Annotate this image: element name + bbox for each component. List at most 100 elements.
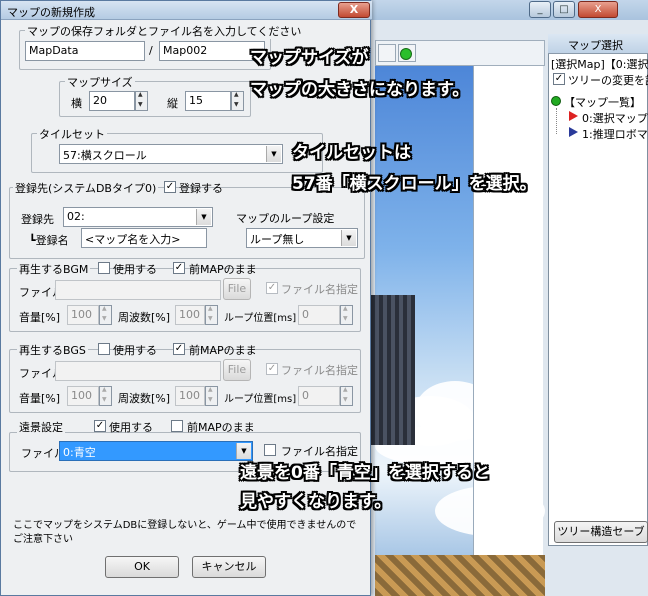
path-separator: / — [149, 44, 153, 57]
width-input[interactable]: 20 — [89, 91, 135, 111]
chevron-down-icon: ▼ — [196, 209, 211, 225]
width-spinner[interactable] — [135, 91, 148, 111]
bgs-prev-label: 前MAPのまま — [189, 344, 257, 357]
bgs-loop-pos-label: ループ位置[ms] — [224, 394, 297, 405]
loop-select[interactable]: ループ無し ▼ — [246, 228, 358, 248]
bgm-use-label: 使用する — [113, 263, 157, 276]
far-file-value: 0:青空 — [63, 446, 96, 459]
tileset-select[interactable]: 57:横スクロール ▼ — [59, 144, 283, 164]
tileset-value: 57:横スクロール — [63, 149, 147, 162]
bgs-volume-input[interactable]: 100 — [67, 386, 99, 406]
bgm-volume-label: 音量[%] — [19, 311, 61, 324]
register-name-label: ┗登録名 — [29, 234, 69, 247]
annotation-far-view-2: 見やすくなります。 — [240, 492, 392, 512]
bgs-filename-spec-label: ファイル名指定 — [281, 364, 358, 377]
bgs-file-input[interactable] — [55, 361, 221, 381]
bgm-prev-checkbox[interactable]: ✓ — [173, 262, 185, 274]
editor-close-button[interactable]: X — [578, 1, 618, 18]
bgs-file-button[interactable]: File — [223, 359, 251, 381]
register-name-input[interactable]: <マップ名を入力> — [81, 228, 207, 248]
ok-button[interactable]: OK — [105, 556, 179, 578]
annotation-map-size-2: マップの大きさになります。 — [250, 80, 470, 100]
tree-root-label[interactable]: 【マップ一覧】 — [564, 94, 648, 110]
tree-change-label: ツリーの変更を記 — [568, 74, 648, 87]
annotation-far-view-1: 遠景を0番「青空」を選択すると — [240, 463, 490, 483]
bgs-volume-spinner[interactable] — [99, 386, 112, 406]
bgm-filename-spec-checkbox[interactable]: ✓ — [266, 282, 278, 294]
bgm-freq-spinner[interactable] — [205, 305, 218, 325]
tileset-label: タイルセット — [37, 126, 107, 142]
far-file-select[interactable]: 0:青空 ▼ — [59, 441, 253, 461]
annotation-tileset-1: タイルセットは — [292, 143, 411, 163]
loop-label: マップのループ設定 — [236, 212, 335, 225]
map-size-label: マップサイズ — [65, 74, 135, 90]
bgm-file-button[interactable]: File — [223, 278, 251, 300]
bgs-prev-checkbox[interactable]: ✓ — [173, 343, 185, 355]
height-input[interactable]: 15 — [185, 91, 231, 111]
width-label: 横 — [71, 97, 82, 110]
bgm-use-checkbox[interactable] — [98, 262, 110, 274]
far-filename-spec-checkbox[interactable] — [264, 444, 276, 456]
chevron-down-icon: ▼ — [236, 443, 251, 459]
bgm-group-label: 再生するBGM — [17, 261, 91, 277]
tree-change-checkbox[interactable]: ✓ — [553, 73, 565, 85]
save-folder-label: マップの保存フォルダとファイル名を入力してください — [25, 23, 304, 39]
bgs-freq-input[interactable]: 100 — [175, 386, 205, 406]
tree-save-button[interactable]: ツリー構造セーブ — [554, 521, 648, 543]
far-prev-label: 前MAPのまま — [187, 421, 255, 434]
map-select-title: マップ選択 — [548, 34, 648, 54]
bgm-freq-input[interactable]: 100 — [175, 305, 205, 325]
bgm-freq-label: 周波数[%] — [118, 311, 171, 324]
bgm-loop-pos-label: ループ位置[ms] — [224, 313, 297, 324]
map-item-red-icon — [569, 111, 578, 121]
dialog-close-button[interactable]: X — [338, 2, 370, 18]
bgm-volume-spinner[interactable] — [99, 305, 112, 325]
bgs-loop-pos-input[interactable]: 0 — [298, 386, 340, 406]
note-line-1: ここでマップをシステムDBに登録しないと、ゲーム中で使用できませんので — [13, 520, 357, 531]
tile-ground-strip — [375, 555, 545, 596]
map-select-header: [選択Map]【0:選択マ — [551, 58, 648, 71]
cancel-button[interactable]: キャンセル — [192, 556, 266, 578]
bgm-volume-input[interactable]: 100 — [67, 305, 99, 325]
bgs-use-checkbox[interactable] — [98, 343, 110, 355]
loop-value: ループ無し — [250, 233, 305, 246]
register-group-label: 登録先(システムDBタイプ0) — [13, 180, 159, 196]
bgm-loop-pos-spinner[interactable] — [340, 305, 353, 325]
register-check-label: 登録する — [179, 182, 223, 195]
map-preview-blank-column — [473, 66, 543, 586]
register-checkbox[interactable]: ✓ — [164, 181, 176, 193]
dialog-title-bar: マップの新規作成 — [1, 1, 372, 20]
far-prev-checkbox[interactable] — [171, 420, 183, 432]
bgs-group-label: 再生するBGS — [17, 342, 88, 358]
bgm-file-input[interactable] — [55, 280, 221, 300]
note-line-2: ご注意下さい — [13, 534, 73, 545]
register-target-select[interactable]: 02: ▼ — [63, 207, 213, 227]
tile-object-tower — [370, 295, 415, 445]
bgs-use-label: 使用する — [113, 344, 157, 357]
far-use-checkbox[interactable]: ✓ — [94, 420, 106, 432]
bgs-freq-label: 周波数[%] — [118, 392, 171, 405]
bgm-prev-label: 前MAPのまま — [189, 263, 257, 276]
toolbar-button[interactable] — [378, 44, 396, 62]
height-label: 縦 — [167, 97, 178, 110]
register-target-label: 登録先 — [21, 213, 54, 226]
folder-input[interactable]: MapData — [25, 41, 145, 61]
far-filename-spec-label: ファイル名指定 — [281, 445, 358, 458]
annotation-map-size-1: マップサイズが — [250, 48, 369, 68]
bgs-filename-spec-checkbox[interactable]: ✓ — [266, 363, 278, 375]
dialog-title: マップの新規作成 — [7, 6, 95, 19]
tree-item-1[interactable]: 1:推理ロボマ — [582, 126, 648, 142]
bgm-loop-pos-input[interactable]: 0 — [298, 305, 340, 325]
minimize-button[interactable]: _ — [529, 1, 551, 18]
bgm-filename-spec-label: ファイル名指定 — [281, 283, 358, 296]
tree-item-0[interactable]: 0:選択マップ — [582, 110, 648, 126]
map-item-navy-icon — [569, 127, 578, 137]
editor-toolbar — [375, 40, 545, 66]
bgs-freq-spinner[interactable] — [205, 386, 218, 406]
annotation-tileset-2: 57番「横スクロール」を選択。 — [292, 174, 537, 194]
height-spinner[interactable] — [231, 91, 244, 111]
bgs-loop-pos-spinner[interactable] — [340, 386, 353, 406]
far-view-label: 遠景設定 — [17, 419, 65, 435]
tree-connector — [556, 108, 557, 134]
maximize-button[interactable]: □ — [553, 1, 575, 18]
